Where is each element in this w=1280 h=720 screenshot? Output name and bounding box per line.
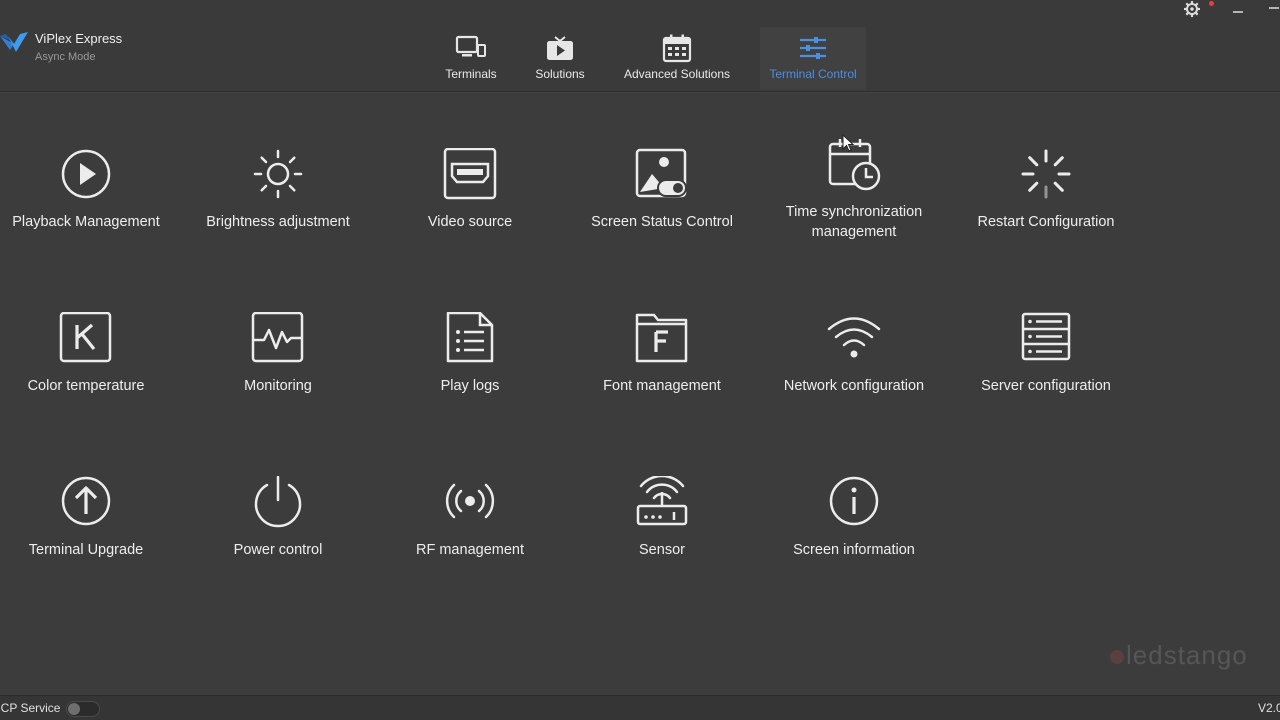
tab-label: Terminals: [445, 67, 497, 81]
minimize-icon: [1233, 11, 1243, 13]
loading-icon: [1021, 149, 1071, 199]
tile-label: Monitoring: [244, 378, 312, 394]
watermark-text: ledstango: [1126, 640, 1248, 670]
tile-label: Video source: [427, 214, 513, 230]
k-icon: [59, 312, 112, 363]
notification-dot: [1209, 1, 1214, 6]
tile-label: Restart Configuration: [977, 214, 1115, 230]
play-circle-icon: [61, 149, 111, 199]
minimize-button[interactable]: [1226, 0, 1250, 18]
tile-power-control[interactable]: Power control: [182, 476, 374, 616]
toggle-knob: [68, 703, 80, 715]
header-bar: ViPlex Express Async Mode Terminals Solu…: [0, 0, 1280, 92]
app-window: ViPlex Express Async Mode Terminals Solu…: [0, 0, 1280, 720]
service-label: HCP Service: [0, 701, 61, 715]
terminal-control-grid: Playback Management Brightness adjustmen…: [0, 92, 1280, 692]
image-toggle-icon: [635, 148, 687, 198]
tile-playback-management[interactable]: Playback Management: [0, 148, 182, 288]
viplex-logo-icon: [0, 32, 28, 52]
tab-label: Advanced Solutions: [623, 67, 731, 81]
tile-video-source[interactable]: Video source: [374, 148, 566, 288]
document-list-icon: [446, 312, 494, 363]
tile-label: Screen Status Control: [591, 214, 733, 230]
tile-label: Network configuration: [783, 378, 925, 394]
tile-label: Time synchronization management: [785, 204, 923, 240]
tile-time-synchronization-management[interactable]: Time synchronization management: [758, 138, 950, 278]
server-icon: [1021, 312, 1071, 361]
tab-advanced-solutions[interactable]: Advanced Solutions: [620, 27, 734, 89]
tile-network-configuration[interactable]: Network configuration: [758, 312, 950, 452]
app-name: ViPlex Express: [35, 31, 123, 46]
tile-server-configuration[interactable]: Server configuration: [950, 312, 1142, 452]
sliders-icon: [800, 37, 826, 59]
gear-icon: [1184, 1, 1200, 17]
sun-icon: [253, 149, 303, 199]
broadcast-icon: [445, 483, 495, 519]
folder-f-icon: [635, 313, 688, 363]
tile-label: Font management: [603, 378, 721, 394]
tile-restart-configuration[interactable]: Restart Configuration: [950, 148, 1142, 288]
tile-label: RF management: [416, 542, 524, 558]
tile-sensor[interactable]: Sensor: [566, 476, 758, 616]
tile-font-management[interactable]: Font management: [566, 312, 758, 452]
watermark: ledstango: [1110, 640, 1248, 671]
tile-label: Playback Management: [12, 214, 160, 230]
tile-rf-management[interactable]: RF management: [374, 476, 566, 616]
settings-button[interactable]: [1180, 0, 1204, 18]
maximize-icon: [1269, 7, 1279, 9]
tile-label: Terminal Upgrade: [28, 542, 144, 558]
wifi-icon: [827, 317, 881, 358]
hdmi-icon: [443, 148, 497, 200]
tile-label: Power control: [233, 542, 323, 558]
tile-label: Brightness adjustment: [206, 214, 350, 230]
tab-terminals[interactable]: Terminals: [438, 27, 504, 89]
maximize-button[interactable]: [1262, 0, 1280, 18]
tv-play-icon: [547, 36, 573, 60]
info-circle-icon: [829, 476, 879, 526]
monitor-icon: [455, 35, 486, 57]
upload-circle-icon: [61, 476, 111, 526]
calendar-icon: [662, 34, 692, 63]
router-icon: [636, 476, 688, 526]
app-mode: Async Mode: [35, 51, 96, 63]
tab-label: Solutions: [535, 67, 585, 81]
tile-monitoring[interactable]: Monitoring: [182, 312, 374, 452]
tile-screen-information[interactable]: Screen information: [758, 476, 950, 616]
tile-brightness-adjustment[interactable]: Brightness adjustment: [182, 148, 374, 288]
tile-screen-status-control[interactable]: Screen Status Control: [566, 148, 758, 288]
status-bar: HCP Service V2.0.: [0, 695, 1280, 720]
tile-label: Sensor: [639, 542, 685, 558]
watermark-logo-icon: [1110, 650, 1124, 665]
version-label: V2.0.: [1257, 701, 1280, 715]
tab-terminal-control[interactable]: Terminal Control: [760, 27, 866, 91]
pulse-icon: [251, 312, 304, 363]
tile-play-logs[interactable]: Play logs: [374, 312, 566, 452]
tile-terminal-upgrade[interactable]: Terminal Upgrade: [0, 476, 182, 616]
mouse-pointer-icon: [842, 134, 855, 152]
tile-label: Screen information: [793, 542, 915, 558]
tile-label: Server configuration: [981, 378, 1111, 394]
tile-label: Color temperature: [27, 378, 145, 394]
service-toggle[interactable]: [66, 701, 100, 717]
power-icon: [254, 476, 302, 528]
tab-solutions[interactable]: Solutions: [528, 27, 592, 89]
tab-label: Terminal Control: [769, 67, 857, 81]
tile-color-temperature[interactable]: Color temperature: [0, 312, 182, 452]
tile-label: Play logs: [440, 378, 500, 394]
